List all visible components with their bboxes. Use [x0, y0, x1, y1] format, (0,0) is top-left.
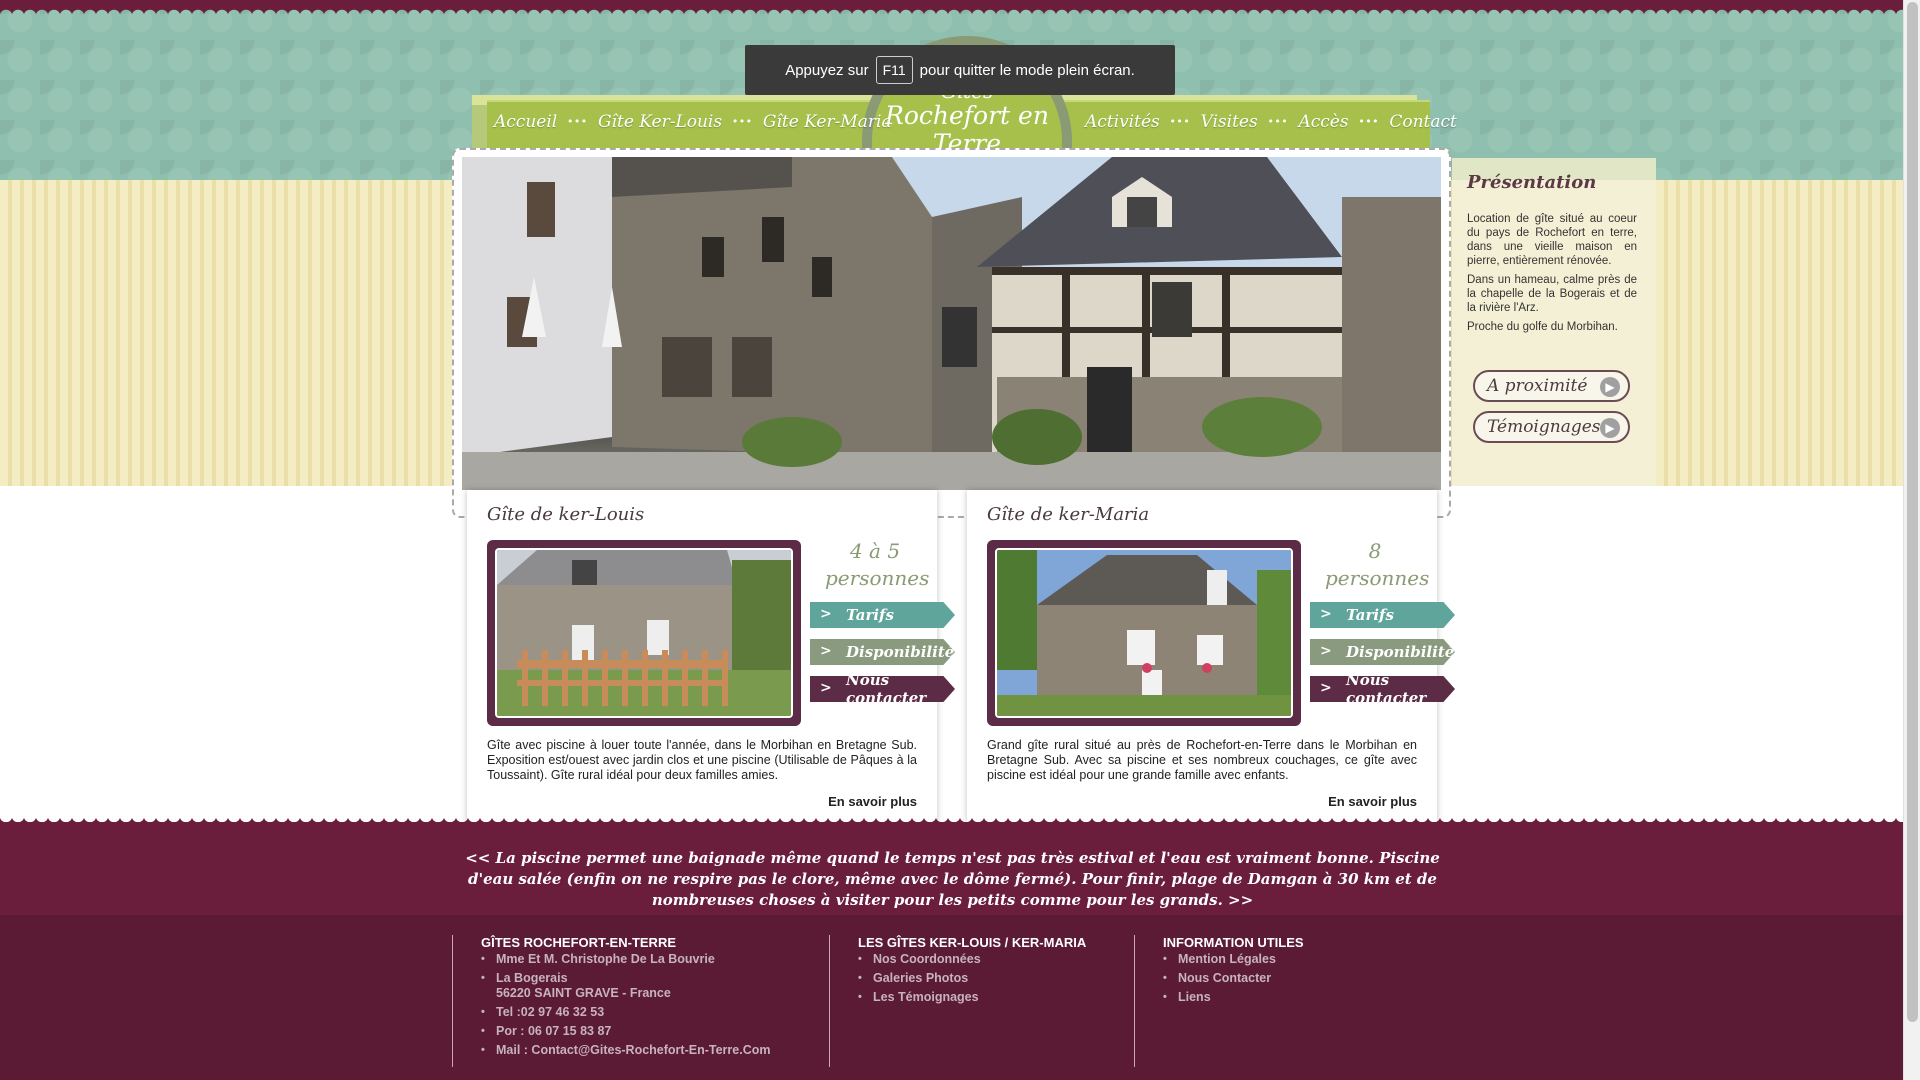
en-savoir-plus-link[interactable]: En savoir plus — [1328, 794, 1417, 809]
card-title: Gîte de ker-Louis — [487, 504, 645, 525]
card-description: Gîte avec piscine à louer toute l'année,… — [487, 738, 917, 782]
sidebar-paragraph: Proche du golfe du Morbihan. — [1467, 321, 1618, 333]
disponibilites-button[interactable]: > Disponibilités — [1310, 639, 1455, 665]
nav-link-visites[interactable]: Visites — [1201, 112, 1258, 132]
footer-link[interactable]: Les Témoignages — [873, 990, 979, 1004]
tarifs-button[interactable]: > Tarifs — [810, 602, 955, 628]
capacity-number: 4 à 5 — [849, 539, 901, 563]
f11-key-badge: F11 — [875, 56, 913, 84]
arrow-right-icon: ▶ — [1600, 418, 1620, 438]
top-scallop-border — [0, 0, 1903, 16]
nous-contacter-button[interactable]: > Nous contacter — [1310, 676, 1455, 702]
chevron-right-icon: > — [820, 606, 832, 622]
disponibilites-button[interactable]: > Disponibilités — [810, 639, 955, 665]
tarifs-label: Tarifs — [1346, 606, 1394, 624]
chevron-right-icon: > — [820, 643, 832, 659]
footer-col-gites: GÎTES ROCHEFORT-EN-TERRE Mme Et M. Chris… — [452, 935, 822, 1067]
nav-link-accueil[interactable]: Accueil — [494, 112, 557, 132]
card-photo-frame — [487, 540, 801, 726]
footer-por: Por : 06 07 15 83 87 — [481, 1024, 822, 1039]
nav-link-contact[interactable]: Contact — [1389, 112, 1457, 132]
nav-separator: ··· — [1169, 112, 1191, 132]
temoignages-label: Témoignages — [1487, 417, 1601, 437]
nav-separator: ··· — [567, 112, 588, 132]
card-gite-ker-louis: Gîte de ker-Louis 4 à 5 personnes > Tari… — [467, 490, 955, 822]
chevron-right-icon: > — [820, 680, 832, 696]
testimonial-quote: << La piscine permet une baignade même q… — [465, 849, 1440, 909]
footer-address-line2: 56220 SAINT GRAVE - France — [496, 986, 671, 1000]
footer-link[interactable]: Liens — [1178, 990, 1211, 1004]
nav-left-group: Accueil ··· Gîte Ker-Louis ··· Gîte Ker-… — [494, 112, 892, 132]
nav-separator: ··· — [732, 112, 753, 132]
sidebar-paragraph: Location de gîte situé au coeur du pays … — [1467, 213, 1637, 267]
capacity-number: 8 — [1368, 539, 1382, 563]
footer-col-title: GÎTES ROCHEFORT-EN-TERRE — [481, 935, 677, 950]
logo-line2: Rochefort en Terre — [885, 101, 1049, 158]
nous-contacter-button[interactable]: > Nous contacter — [810, 676, 955, 702]
footer-link[interactable]: Galeries Photos — [873, 971, 968, 985]
card-capacity: 4 à 5 personnes — [825, 538, 930, 592]
nav-separator: ··· — [1267, 112, 1289, 132]
vertical-scrollbar[interactable] — [1903, 0, 1920, 1080]
disponibilites-label: Disponibilités — [1346, 643, 1463, 661]
card-gite-ker-maria: Gîte de ker-Maria 8 personnes > Tarifs >… — [967, 490, 1455, 822]
footer-link[interactable]: Mention Légales — [1178, 952, 1276, 966]
footer-owner: Mme Et M. Christophe De La Bouvrie — [481, 952, 822, 967]
nav-link-gite-ker-maria[interactable]: Gîte Ker-Maria — [763, 112, 892, 132]
sidebar-paragraph: Dans un hameau, calme près de la chapell… — [1467, 274, 1637, 314]
footer-address-line1: La Bogerais — [496, 971, 568, 985]
footer-col-title: LES GÎTES KER-LOUIS / KER-MARIA — [858, 935, 1087, 950]
sidebar-title: Présentation — [1467, 172, 1597, 193]
tarifs-label: Tarifs — [846, 606, 894, 624]
footer-link-temoignages: Les Témoignages — [858, 990, 1129, 1005]
footer-col-info: INFORMATION UTILES Mention Légales Nous … — [1134, 935, 1434, 1067]
footer-link-mentions: Mention Légales — [1163, 952, 1434, 967]
capacity-unit: personnes — [1325, 566, 1430, 590]
a-proximite-label: A proximité — [1487, 376, 1588, 396]
footer-mail[interactable]: Mail : Contact@Gites-Rochefort-En-Terre.… — [481, 1043, 822, 1058]
arrow-right-icon: ▶ — [1600, 377, 1620, 397]
fullscreen-notification: Appuyez sur F11 pour quitter le mode ple… — [745, 45, 1175, 95]
nav-link-acces[interactable]: Accès — [1298, 112, 1348, 132]
temoignages-button[interactable]: Témoignages ▶ — [1473, 411, 1630, 443]
scrollbar-thumb[interactable] — [1907, 2, 1918, 1022]
card-photo-frame — [987, 540, 1301, 726]
footer-link-contact: Nous Contacter — [1163, 971, 1434, 986]
footer-link-liens: Liens — [1163, 990, 1434, 1005]
nav-right-group: Activités ··· Visites ··· Accès ··· Cont… — [1085, 112, 1457, 132]
card-title: Gîte de ker-Maria — [987, 504, 1150, 525]
footer-link[interactable]: Nos Coordonnées — [873, 952, 981, 966]
nous-contacter-label: Nous contacter — [846, 671, 927, 707]
footer-tel: Tel :02 97 46 32 53 — [481, 1005, 822, 1020]
ker-maria-photo[interactable] — [995, 548, 1293, 718]
toast-text-after: pour quitter le mode plein écran. — [919, 61, 1135, 79]
ker-louis-photo[interactable] — [495, 548, 793, 718]
nav-link-activites[interactable]: Activités — [1085, 112, 1160, 132]
footer-link-galeries: Galeries Photos — [858, 971, 1129, 986]
chevron-right-icon: > — [1320, 680, 1332, 696]
nav-link-gite-ker-louis[interactable]: Gîte Ker-Louis — [598, 112, 722, 132]
sidebar-text: Location de gîte situé au coeur du pays … — [1467, 212, 1637, 339]
disponibilites-label: Disponibilités — [846, 643, 963, 661]
toast-text-before: Appuyez sur — [785, 61, 869, 79]
footer-col-title: INFORMATION UTILES — [1163, 935, 1304, 950]
footer-link-coordonnees: Nos Coordonnées — [858, 952, 1129, 967]
en-savoir-plus-link[interactable]: En savoir plus — [828, 794, 917, 809]
nav-separator: ··· — [1358, 112, 1380, 132]
card-capacity: 8 personnes — [1325, 538, 1430, 592]
footer-address: La Bogerais 56220 SAINT GRAVE - France — [481, 971, 822, 1001]
nous-contacter-label: Nous contacter — [1346, 671, 1427, 707]
footer-link[interactable]: Nous Contacter — [1178, 971, 1271, 985]
chevron-right-icon: > — [1320, 643, 1332, 659]
chevron-right-icon: > — [1320, 606, 1332, 622]
capacity-unit: personnes — [825, 566, 930, 590]
hero-village-photo — [462, 157, 1441, 490]
footer-col-links: LES GÎTES KER-LOUIS / KER-MARIA Nos Coor… — [829, 935, 1129, 1067]
a-proximite-button[interactable]: A proximité ▶ — [1473, 370, 1630, 402]
tarifs-button[interactable]: > Tarifs — [1310, 602, 1455, 628]
card-description: Grand gîte rural situé au près de Rochef… — [987, 738, 1417, 782]
